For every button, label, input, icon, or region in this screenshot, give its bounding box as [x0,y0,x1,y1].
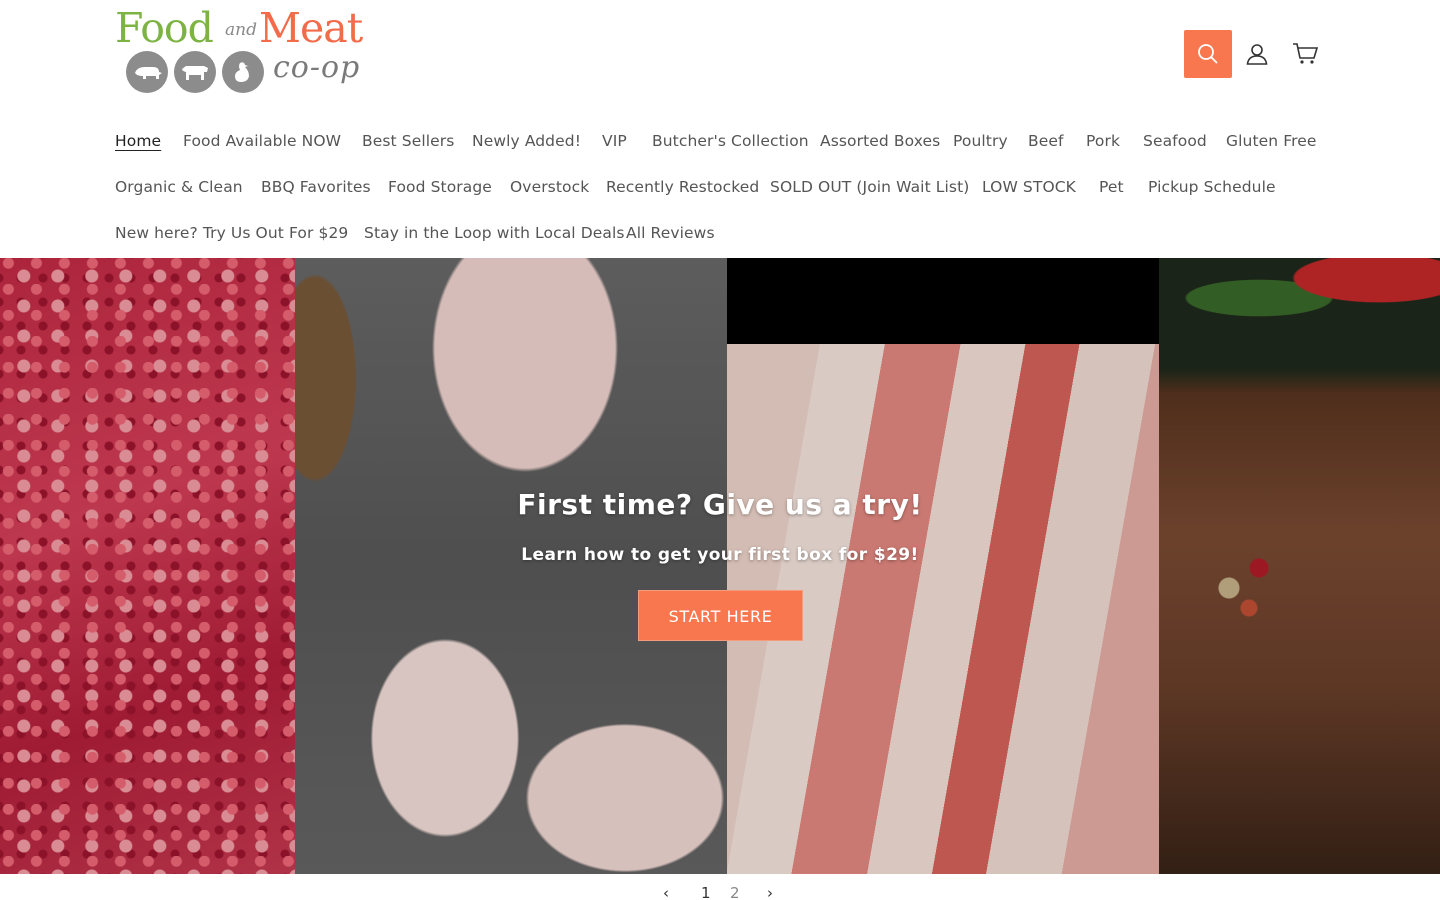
nav-item-home[interactable]: Home [115,118,161,164]
nav-item-poultry[interactable]: Poultry [953,118,1008,164]
hero-title: First time? Give us a try! [517,488,923,521]
logo-coop-text: co-op [273,50,361,85]
nav-item-low-stock[interactable]: LOW STOCK [982,164,1076,210]
start-here-button[interactable]: START HERE [638,590,803,641]
account-button[interactable] [1233,30,1281,78]
nav-item-newly-added[interactable]: Newly Added! [472,118,581,164]
nav-item-best-sellers[interactable]: Best Sellers [362,118,454,164]
slide-2-indicator[interactable]: 2 [730,884,740,900]
cart-button[interactable] [1281,30,1329,78]
logo-and-text: and [225,20,257,40]
next-slide-button[interactable]: › [767,884,773,900]
nav-item-butchers-collection[interactable]: Butcher's Collection [652,118,809,164]
nav-item-overstock[interactable]: Overstock [510,164,589,210]
nav-item-vip[interactable]: VIP [602,118,627,164]
site-header: Food and Meat co-op Home Food Available … [0,0,1440,258]
nav-item-pet[interactable]: Pet [1099,164,1124,210]
nav-item-all-reviews[interactable]: All Reviews [626,210,715,256]
nav-item-pork[interactable]: Pork [1086,118,1120,164]
slide-1-indicator[interactable]: 1 [701,884,711,900]
nav-item-seafood[interactable]: Seafood [1143,118,1207,164]
nav-item-bbq-favorites[interactable]: BBQ Favorites [261,164,371,210]
nav-item-sold-out[interactable]: SOLD OUT (Join Wait List) [770,164,969,210]
logo-food-text: Food [115,4,214,52]
account-icon [1246,44,1268,65]
slideshow-pager: ‹ 1 2 › [0,878,1440,900]
hero-overlay [0,258,1440,874]
search-button[interactable] [1184,30,1232,78]
nav-item-pickup-schedule[interactable]: Pickup Schedule [1148,164,1276,210]
hero-text: First time? Give us a try! Learn how to … [0,488,1440,565]
nav-item-new-here[interactable]: New here? Try Us Out For $29 [115,210,348,256]
nav-item-food-storage[interactable]: Food Storage [388,164,492,210]
chicken-icon [222,51,264,93]
nav-item-food-available-now[interactable]: Food Available NOW [183,118,341,164]
nav-item-recently-restocked[interactable]: Recently Restocked [606,164,759,210]
hero-subtitle: Learn how to get your first box for $29! [521,545,919,565]
nav-item-assorted-boxes[interactable]: Assorted Boxes [820,118,940,164]
hero-slideshow: First time? Give us a try! Learn how to … [0,258,1440,874]
cow-icon [174,51,216,93]
nav-item-local-deals[interactable]: Stay in the Loop with Local Deals [364,210,625,256]
search-icon [1198,44,1218,64]
nav-item-gluten-free[interactable]: Gluten Free [1226,118,1317,164]
nav-item-organic-clean[interactable]: Organic & Clean [115,164,243,210]
pig-icon [126,51,168,93]
logo-meat-text: Meat [259,4,363,52]
site-logo[interactable]: Food and Meat co-op [113,6,378,101]
cart-icon [1293,43,1318,64]
nav-item-beef[interactable]: Beef [1028,118,1064,164]
previous-slide-button[interactable]: ‹ [663,884,669,900]
